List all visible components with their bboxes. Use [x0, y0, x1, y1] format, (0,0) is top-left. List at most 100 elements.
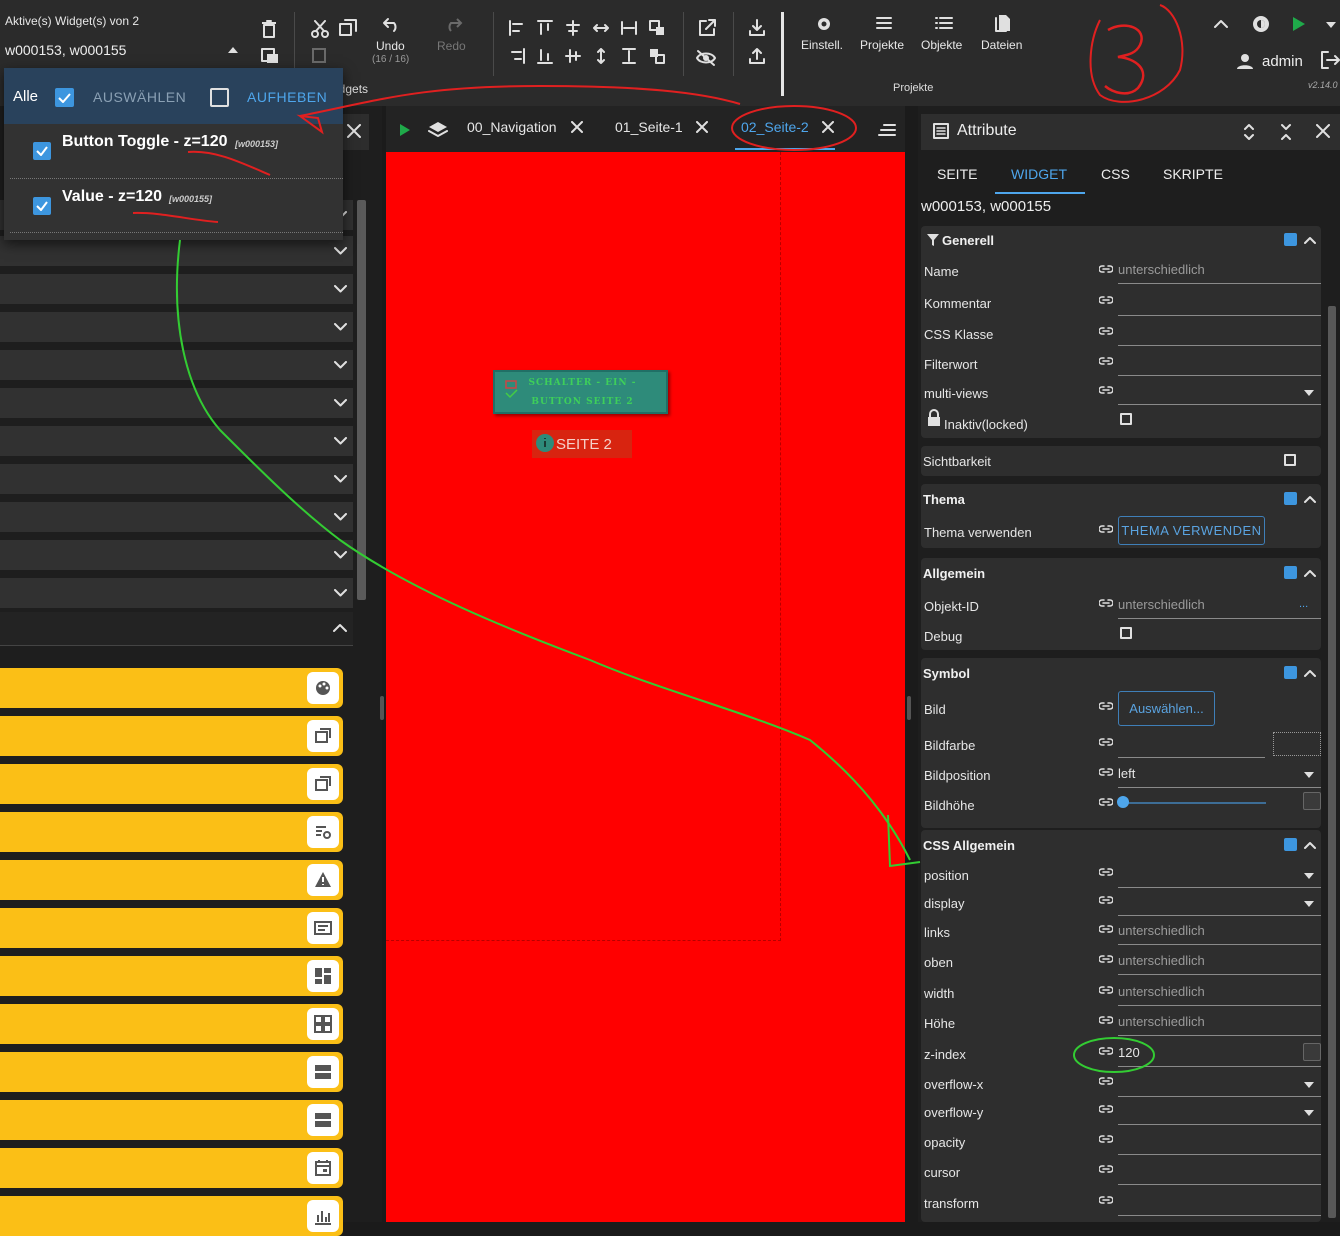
- zindex-field[interactable]: 120: [1118, 1039, 1321, 1067]
- widget-category-row[interactable]: [0, 236, 353, 266]
- section-title[interactable]: Allgemein: [923, 566, 985, 581]
- name-field[interactable]: unterschiedlich: [1118, 256, 1321, 284]
- widget-item[interactable]: [0, 812, 343, 852]
- caret-up-icon[interactable]: [227, 46, 239, 54]
- chevron-down-icon[interactable]: [334, 589, 347, 597]
- run-view-icon[interactable]: [399, 123, 411, 137]
- widget-category-row[interactable]: [0, 350, 353, 380]
- section-checkbox[interactable]: [1284, 566, 1297, 579]
- caret-down-icon[interactable]: [1304, 1082, 1314, 1088]
- comment-field[interactable]: [1118, 288, 1321, 316]
- settings-button[interactable]: Einstell.: [801, 38, 843, 52]
- chevron-up-icon[interactable]: [1304, 495, 1316, 503]
- use-theme-button[interactable]: THEMA VERWENDEN: [1118, 516, 1265, 545]
- tab-seite[interactable]: SEITE: [937, 166, 977, 182]
- widget-item[interactable]: [0, 1148, 343, 1188]
- section-title[interactable]: Generell: [942, 233, 994, 248]
- oben-field[interactable]: unterschiedlich: [1118, 947, 1321, 975]
- align-right-icon[interactable]: [509, 48, 525, 64]
- height-icon[interactable]: [621, 48, 637, 64]
- chevron-down-icon[interactable]: [334, 475, 347, 483]
- section-checkbox[interactable]: [1284, 492, 1297, 505]
- position-select[interactable]: [1118, 860, 1321, 888]
- widget-item[interactable]: [0, 716, 343, 756]
- close-tab-icon[interactable]: [571, 121, 583, 133]
- widget-item-icon-button[interactable]: [307, 672, 339, 704]
- align-bottom-icon[interactable]: [537, 48, 553, 64]
- view-canvas[interactable]: Schalter - ein - Button Seite 2 SEITE 2: [386, 152, 905, 1222]
- widget-item-icon-button[interactable]: [307, 1152, 339, 1184]
- display-select[interactable]: [1118, 888, 1321, 916]
- chevron-up-icon[interactable]: [1304, 569, 1316, 577]
- projects-button[interactable]: Projekte: [860, 38, 904, 52]
- tab-navigation[interactable]: 00_Navigation: [467, 119, 557, 135]
- widget-category-row[interactable]: [0, 274, 353, 304]
- widget-category-row[interactable]: [0, 578, 353, 608]
- caret-down-icon[interactable]: [1304, 390, 1314, 396]
- widget-item-icon-button[interactable]: [307, 816, 339, 848]
- link-icon[interactable]: [1099, 1076, 1113, 1086]
- link-icon[interactable]: [1099, 326, 1113, 336]
- chevron-down-icon[interactable]: [334, 247, 347, 255]
- objid-field[interactable]: unterschiedlich: [1118, 591, 1321, 619]
- redo-label[interactable]: Redo: [437, 39, 466, 53]
- link-icon[interactable]: [1099, 767, 1113, 777]
- tabs-menu-icon[interactable]: [878, 124, 896, 136]
- chevron-up-icon[interactable]: [1304, 669, 1316, 677]
- section-title[interactable]: Thema: [923, 492, 965, 507]
- palette-scrollbar[interactable]: [357, 200, 366, 600]
- section-checkbox[interactable]: [1284, 838, 1297, 851]
- chevron-up-icon[interactable]: [1214, 19, 1228, 29]
- run-icon[interactable]: [1292, 16, 1306, 32]
- widget-item-icon-button[interactable]: [307, 1008, 339, 1040]
- debug-checkbox[interactable]: [1120, 627, 1132, 639]
- value-widget[interactable]: SEITE 2: [532, 430, 632, 458]
- layers-icon[interactable]: [428, 120, 448, 140]
- link-icon[interactable]: [1099, 924, 1113, 934]
- image-height-slider-thumb[interactable]: [1117, 796, 1129, 808]
- opacity-field[interactable]: [1118, 1127, 1321, 1155]
- active-widgets-ids[interactable]: w000153, w000155: [5, 42, 126, 58]
- widget-item[interactable]: [0, 1196, 343, 1236]
- link-icon[interactable]: [1099, 385, 1113, 395]
- link-icon[interactable]: [1099, 737, 1113, 747]
- link-icon[interactable]: [1099, 1104, 1113, 1114]
- chevron-down-icon[interactable]: [334, 551, 347, 559]
- widget-item-icon-button[interactable]: [307, 1056, 339, 1088]
- caret-down-icon[interactable]: [1304, 772, 1314, 778]
- widget-item-icon-button[interactable]: [307, 1200, 339, 1232]
- menu-icon[interactable]: [875, 16, 893, 30]
- hoehe-field[interactable]: unterschiedlich: [1118, 1008, 1321, 1036]
- image-select-button[interactable]: Auswählen...: [1118, 691, 1215, 726]
- visibility-off-icon[interactable]: [696, 49, 716, 67]
- files-button[interactable]: Dateien: [981, 38, 1022, 52]
- splitter-handle[interactable]: [907, 696, 911, 720]
- caret-down-icon[interactable]: [1304, 901, 1314, 907]
- image-height-spinner[interactable]: [1303, 792, 1321, 810]
- widget-item-icon-button[interactable]: [307, 864, 339, 896]
- widget-item-name[interactable]: Value - z=120: [62, 188, 162, 206]
- select-all-checkbox[interactable]: [55, 88, 74, 107]
- chevron-down-icon[interactable]: [334, 399, 347, 407]
- chevron-up-icon[interactable]: [1304, 236, 1316, 244]
- align-center-icon[interactable]: [565, 20, 581, 36]
- width-icon[interactable]: [621, 20, 637, 36]
- link-icon[interactable]: [1099, 701, 1113, 711]
- section-title[interactable]: Symbol: [923, 666, 970, 681]
- same-size-alt-icon[interactable]: [649, 48, 665, 64]
- splitter-handle[interactable]: [380, 696, 384, 720]
- undo-label[interactable]: Undo: [376, 39, 405, 53]
- overflowx-select[interactable]: [1118, 1069, 1321, 1097]
- widget-category-row[interactable]: [0, 426, 353, 456]
- attributes-scrollbar[interactable]: [1328, 306, 1336, 1218]
- width-field[interactable]: unterschiedlich: [1118, 978, 1321, 1006]
- objects-button[interactable]: Objekte: [921, 38, 962, 52]
- theme-icon[interactable]: [1250, 13, 1272, 35]
- chevron-up-icon[interactable]: [333, 623, 347, 632]
- link-icon[interactable]: [1099, 867, 1113, 877]
- tab-seite-1[interactable]: 01_Seite-1: [615, 119, 683, 135]
- redo-icon[interactable]: [443, 17, 463, 33]
- visibility-label[interactable]: Sichtbarkeit: [923, 454, 991, 469]
- link-icon[interactable]: [1099, 1015, 1113, 1025]
- chevron-down-icon[interactable]: [334, 513, 347, 521]
